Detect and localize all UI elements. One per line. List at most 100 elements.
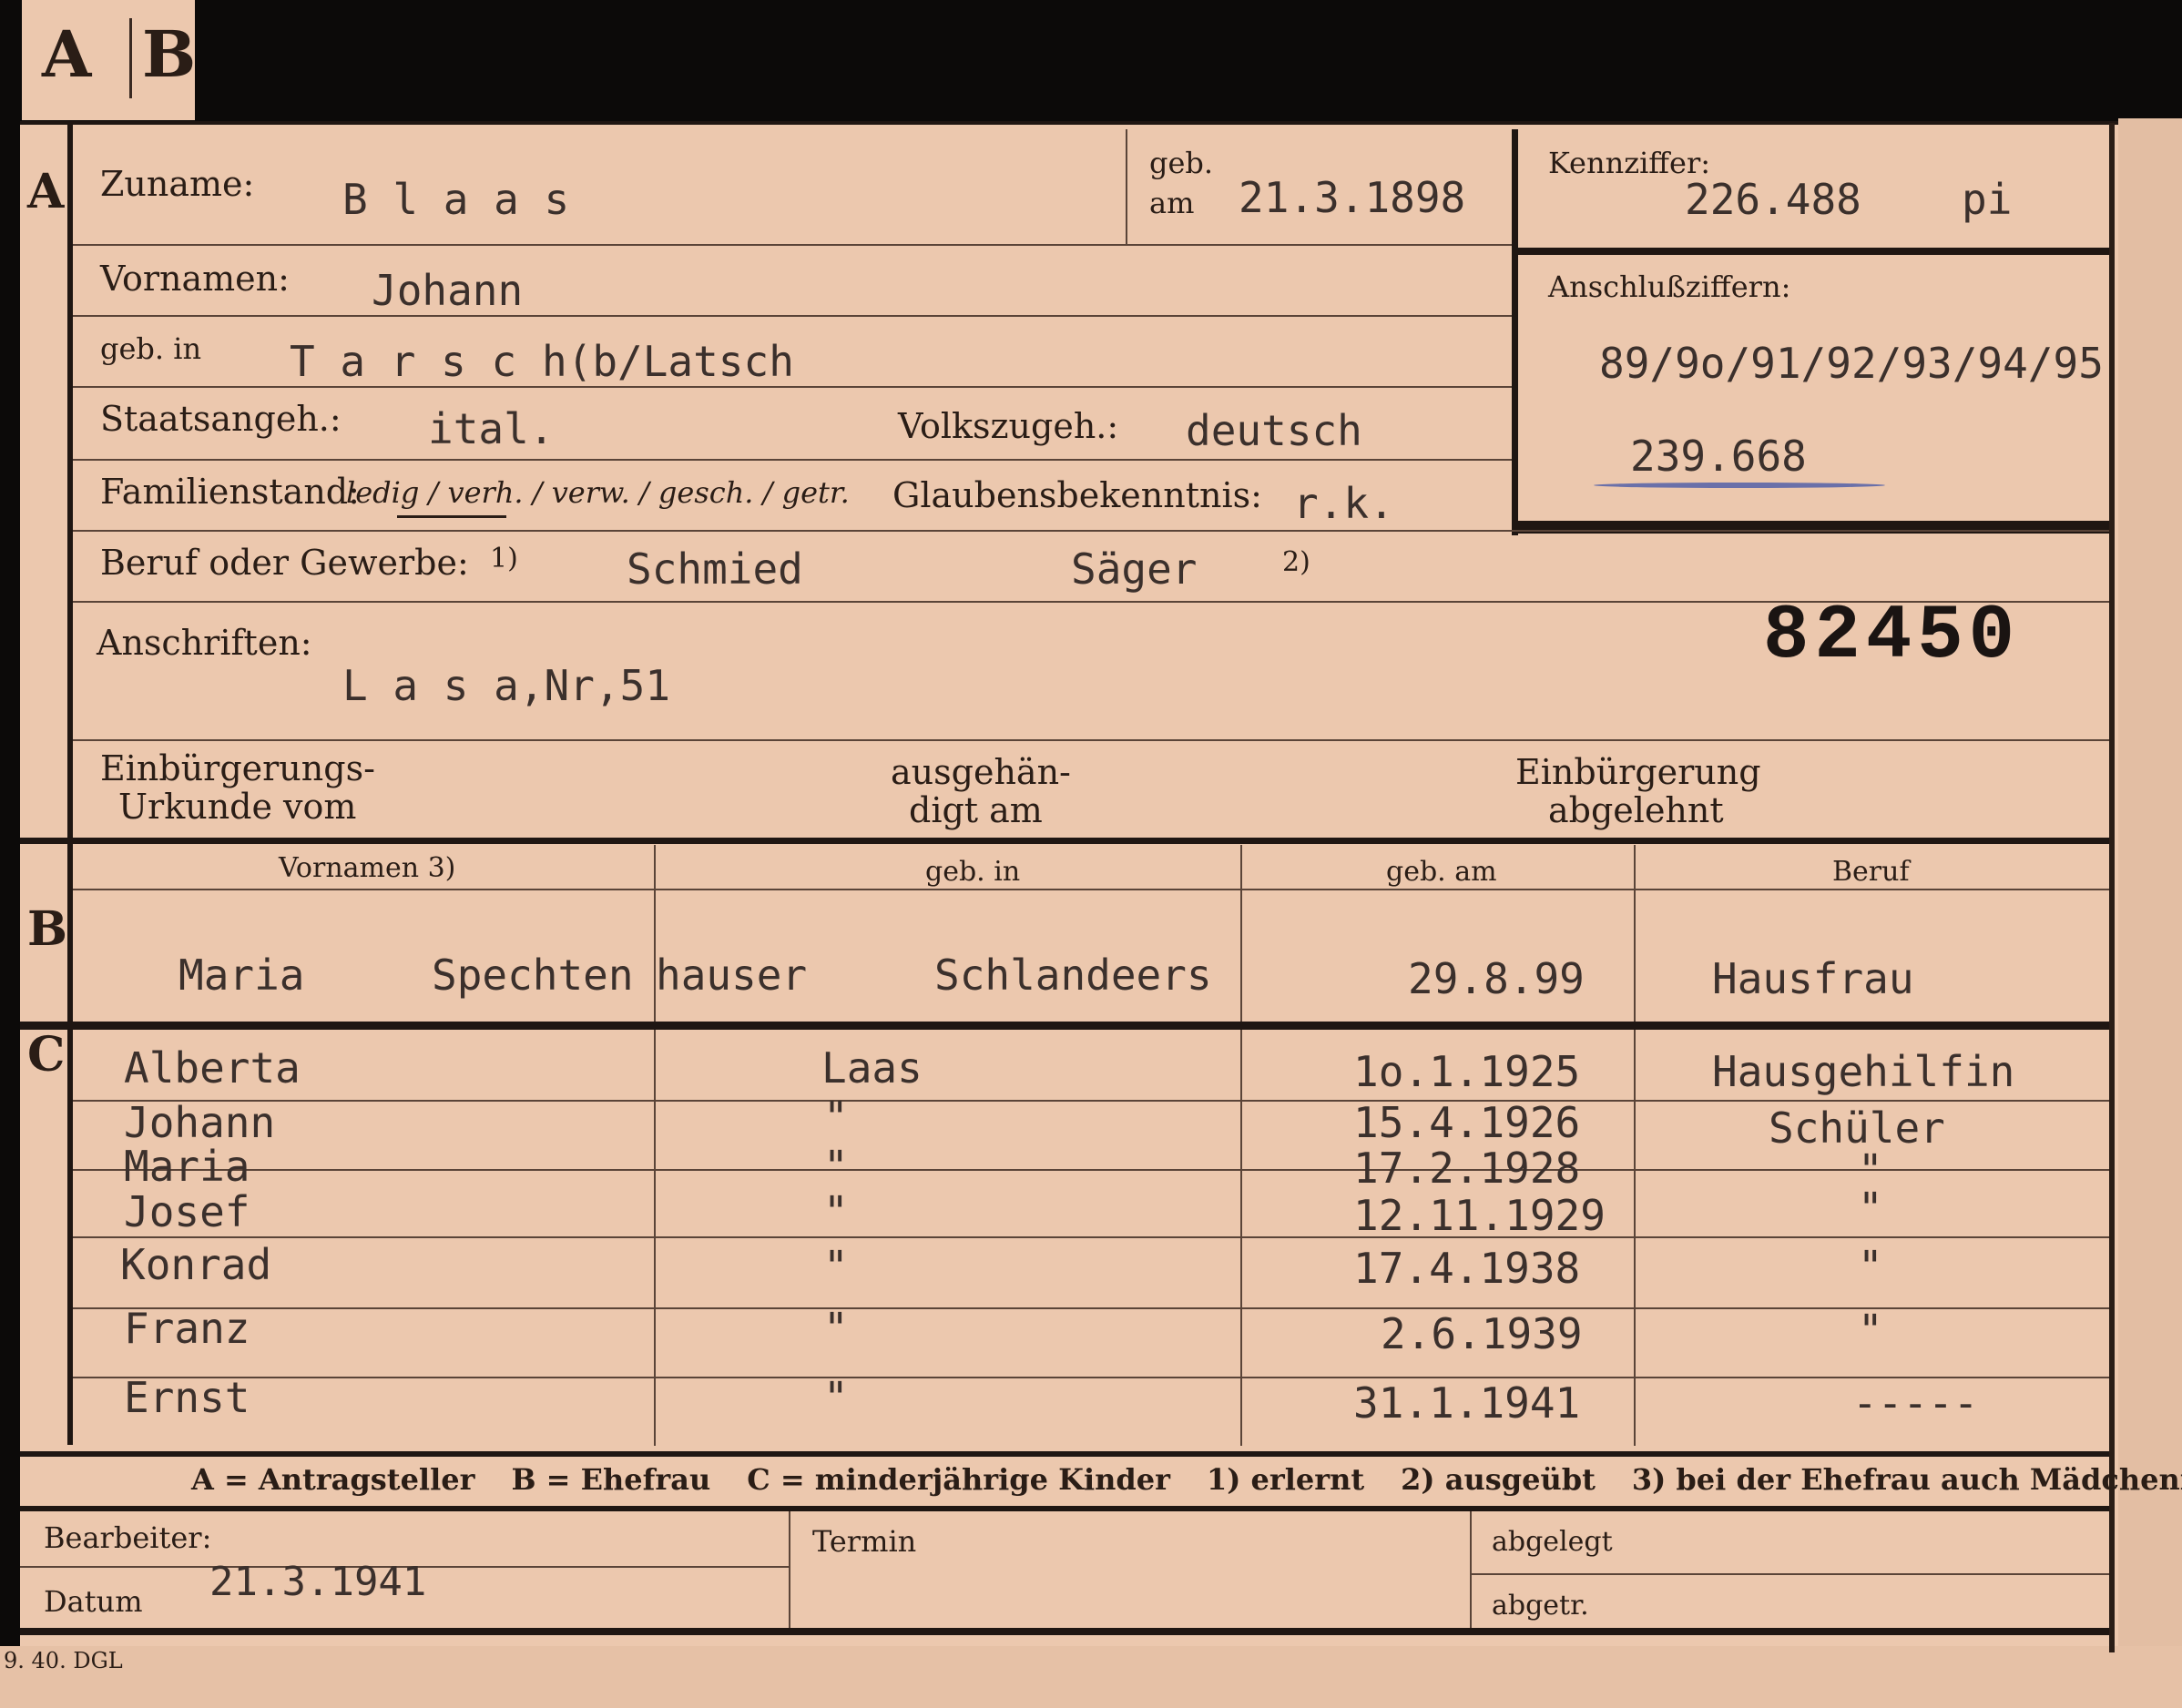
born-on-divider	[1126, 129, 1127, 244]
spouse-header-born-on: geb. am	[1386, 856, 1497, 888]
column-divider-3	[1634, 845, 1636, 1446]
spouse-header-birthplace: geb. in	[925, 856, 1021, 888]
footer-bottom-border	[20, 1628, 2109, 1635]
child-name: Alberta	[124, 1043, 301, 1093]
child-occupation: "	[1858, 1242, 1883, 1291]
child-name: Maria	[124, 1142, 250, 1191]
child-occupation: "	[1858, 1184, 1883, 1233]
tab-divider	[129, 18, 132, 98]
spouse-born-on: 29.8.99	[1408, 954, 1585, 1003]
row-divider	[73, 739, 2109, 741]
legend-bottom-border	[20, 1506, 2109, 1511]
index-tab: A B	[22, 0, 197, 120]
legend-top-border	[20, 1451, 2109, 1457]
child-name: Konrad	[120, 1240, 272, 1289]
address-label: Anschriften:	[97, 623, 312, 663]
date-label: Datum	[44, 1584, 143, 1619]
marital-label: Familienstand:	[100, 472, 360, 512]
legend-b: B = Ehefrau	[511, 1462, 711, 1497]
deadline-label: Termin	[812, 1524, 917, 1559]
top-border	[20, 121, 2118, 125]
reference-box-left	[1512, 129, 1518, 535]
child-born-on: 31.1.1941	[1353, 1378, 1581, 1428]
child-row-divider	[73, 1377, 2109, 1378]
handed-over-label-2: digt am	[909, 790, 1043, 830]
legend-note-1: 1) erlernt	[1206, 1462, 1365, 1497]
spouse-header-first-names: Vornamen 3)	[279, 852, 456, 884]
citizenship-label: Staatsangeh.:	[100, 399, 342, 439]
card-bottom-strip	[0, 1646, 2182, 1708]
born-on-value: 21.3.1898	[1239, 173, 1466, 222]
section-b-top-border	[20, 838, 2109, 844]
marital-options: ledig / verh. / verw. / gesch. / getr.	[346, 475, 850, 510]
footer-divider-1	[789, 1511, 790, 1628]
row-divider	[73, 315, 1512, 317]
child-name: Johann	[124, 1098, 276, 1147]
spouse-maiden-name-part-2: hauser	[656, 951, 808, 1000]
filed-label: abgelegt	[1492, 1526, 1613, 1558]
child-occupation: Schüler	[1769, 1103, 1945, 1153]
child-occupation: "	[1858, 1306, 1883, 1355]
separated-label: abgetr.	[1492, 1590, 1589, 1622]
section-a-label: A	[27, 164, 65, 219]
occupation-label: Beruf oder Gewerbe:	[100, 543, 469, 583]
processor-label: Bearbeiter:	[44, 1520, 212, 1555]
spouse-header-divider	[73, 889, 2109, 890]
code-suffix: pi	[1962, 175, 2013, 224]
born-on-label-2: am	[1149, 186, 1195, 220]
legend-note-2: 2) ausgeübt	[1401, 1462, 1596, 1497]
child-birthplace: "	[823, 1373, 849, 1422]
handed-over-label-1: ausgehän-	[891, 752, 1071, 792]
child-row-divider	[73, 1307, 2109, 1309]
naturalization-refused-label-1: Einbürgerung	[1515, 752, 1761, 792]
right-border	[2109, 123, 2115, 1652]
birthplace-label: geb. in	[100, 331, 202, 366]
footer-divider-2	[1470, 1511, 1472, 1628]
naturalization-cert-label-2: Urkunde vom	[118, 787, 357, 827]
religion-value: r.k.	[1293, 479, 1394, 528]
row-divider	[73, 244, 1512, 246]
spouse-header-occupation: Beruf	[1832, 856, 1910, 888]
occupation-note-2: 2)	[1282, 546, 1310, 578]
child-name: Franz	[124, 1304, 250, 1353]
child-birthplace: "	[823, 1304, 849, 1353]
ethnicity-value: deutsch	[1186, 406, 1362, 455]
marital-selected-underline	[397, 515, 506, 518]
footer-row-divider	[1470, 1573, 2109, 1575]
child-born-on: 2.6.1939	[1381, 1309, 1583, 1358]
ethnicity-label: Volkszugeh.:	[898, 406, 1119, 446]
citizenship-value: ital.	[428, 404, 555, 453]
child-born-on: 17.4.1938	[1353, 1244, 1581, 1293]
first-names-value: Johann	[372, 266, 524, 315]
occupation-practiced-value: Säger	[1071, 544, 1198, 594]
child-birthplace: "	[823, 1142, 849, 1191]
code-value: 226.488	[1685, 175, 1861, 224]
row-divider	[73, 530, 2109, 532]
spouse-first-name: Maria	[178, 951, 305, 1000]
religion-label: Glaubensbekenntnis:	[892, 475, 1262, 515]
spouse-maiden-name-part-1: Spechten	[432, 951, 634, 1000]
row-divider	[73, 386, 1512, 388]
underline-mark	[1594, 483, 1885, 488]
legend-c: C = minderjährige Kinder	[747, 1462, 1170, 1497]
stamp-number: 82450	[1763, 594, 2021, 680]
legend-a: A = Antragsteller	[191, 1462, 475, 1497]
child-birthplace: "	[823, 1187, 849, 1236]
reference-box-divider	[1512, 248, 2109, 255]
naturalization-cert-label-1: Einbürgerungs-	[100, 748, 375, 788]
child-birthplace: "	[823, 1242, 849, 1291]
child-birthplace: "	[823, 1093, 849, 1142]
occupation-note-1: 1)	[490, 543, 518, 574]
section-b-label: B	[27, 901, 67, 957]
linked-label: Anschlußziffern:	[1548, 269, 1791, 304]
tab-letter-b: B	[142, 16, 197, 92]
address-value: L a s a,Nr,51	[342, 661, 671, 710]
section-c-top-border	[20, 1022, 2109, 1030]
print-code: 9. 40. DGL	[4, 1648, 123, 1673]
child-born-on: 15.4.1926	[1353, 1098, 1581, 1147]
spouse-occupation: Hausfrau	[1712, 954, 1914, 1003]
occupation-learned-value: Schmied	[627, 544, 803, 594]
child-born-on: 12.11.1929	[1353, 1191, 1606, 1240]
child-row-divider	[73, 1169, 2109, 1171]
child-born-on: 17.2.1928	[1353, 1144, 1581, 1193]
